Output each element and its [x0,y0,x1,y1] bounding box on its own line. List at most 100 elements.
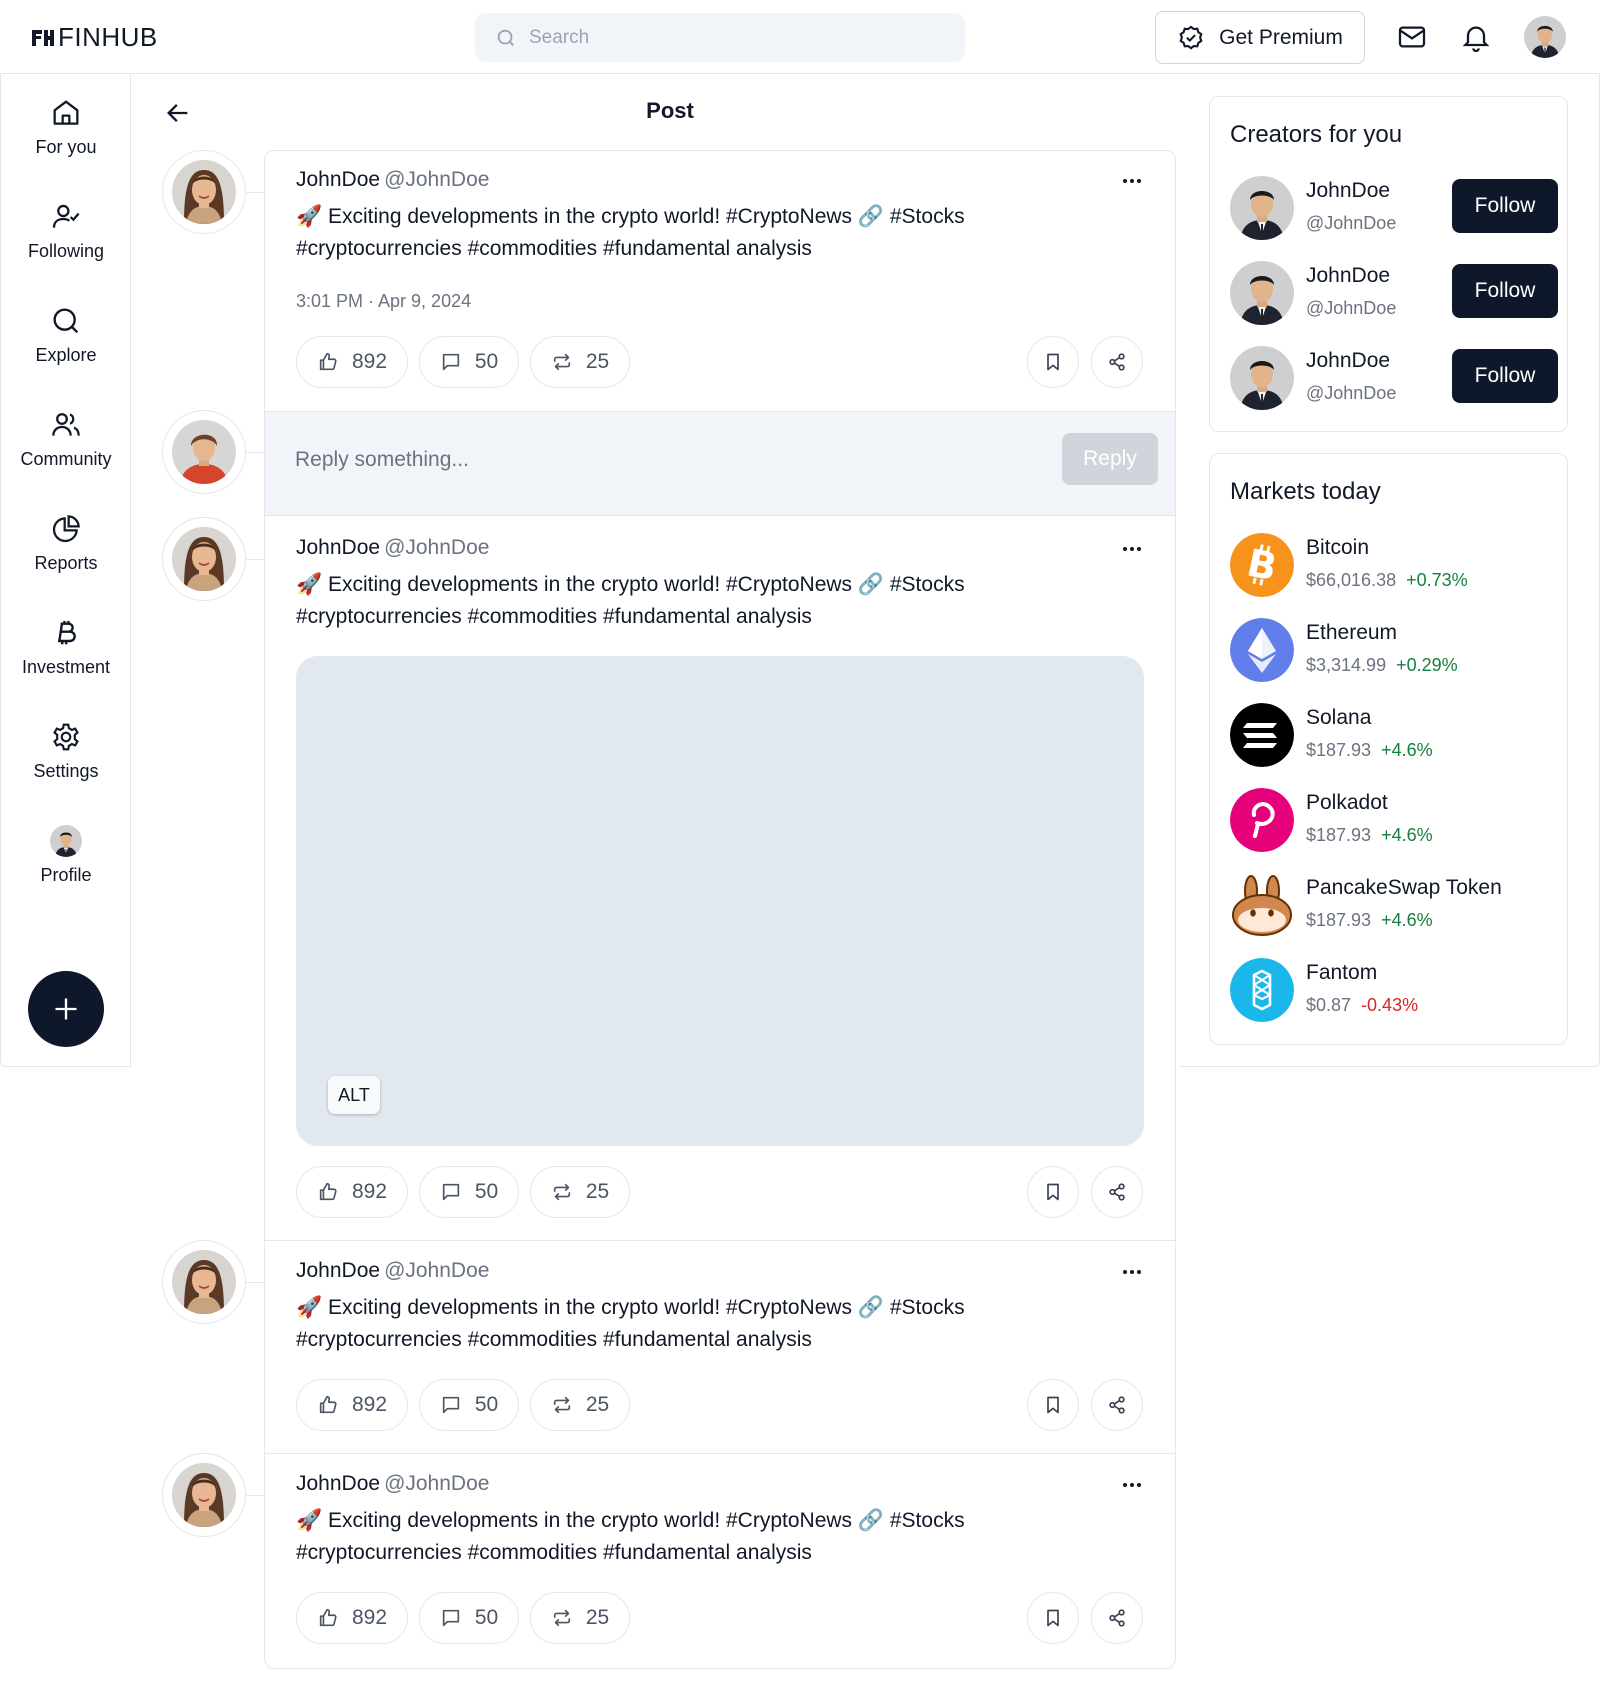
repost-button[interactable]: 25 [530,1592,630,1644]
market-item-pancakeswap[interactable]: PancakeSwap Token $187.93 +4.6% [1230,873,1550,939]
notifications-button[interactable] [1459,20,1493,54]
bookmark-button[interactable] [1027,1166,1079,1218]
sidebar-item-investment[interactable]: Investment [1,600,131,696]
author-handle: @JohnDoe [384,1259,490,1282]
solana-logo-icon [1230,703,1294,767]
avatar[interactable] [1230,176,1294,240]
bookmark-button[interactable] [1027,1592,1079,1644]
markets-panel: Markets today B Bitcoin $66,016.38 +0.73%… [1209,453,1568,1045]
market-item-polkadot[interactable]: Polkadot $187.93 +4.6% [1230,788,1550,854]
like-button[interactable]: 892 [296,1166,408,1218]
avatar[interactable] [1230,346,1294,410]
comment-button[interactable]: 50 [419,1592,519,1644]
avatar[interactable] [1230,261,1294,325]
sidebar-item-explore[interactable]: Explore [1,288,131,384]
post-author[interactable]: JohnDoe @JohnDoe [296,168,489,192]
market-item-bitcoin[interactable]: B Bitcoin $66,016.38 +0.73% [1230,533,1550,599]
alt-text-badge[interactable]: ALT [328,1076,380,1114]
avatar[interactable] [162,410,246,494]
follow-button[interactable]: Follow [1452,264,1558,318]
sidebar-item-settings[interactable]: Settings [1,704,131,800]
comment-button[interactable]: 50 [419,1166,519,1218]
creator-name[interactable]: JohnDoe [1306,179,1390,203]
avatar-connector [243,452,265,453]
sidebar-item-community[interactable]: Community [1,392,131,488]
like-button[interactable]: 892 [296,1592,408,1644]
comment-button[interactable]: 50 [419,1379,519,1431]
bookmark-button[interactable] [1027,336,1079,388]
search-input[interactable] [529,26,929,49]
comment-button[interactable]: 50 [419,336,519,388]
bell-icon [1462,26,1490,53]
share-button[interactable] [1091,1166,1143,1218]
creator-name[interactable]: JohnDoe [1306,349,1390,373]
post-author[interactable]: JohnDoe @JohnDoe [296,1472,489,1496]
market-price: $3,314.99 [1306,655,1387,675]
sidebar-item-label: For you [35,137,97,157]
more-horizontal-icon [1123,1483,1141,1487]
sidebar-item-following[interactable]: Following [1,184,131,280]
repost-button[interactable]: 25 [530,336,630,388]
like-count: 892 [351,1606,388,1629]
sidebar-item-label: Investment [21,657,111,677]
sidebar-item-for-you[interactable]: For you [1,80,131,176]
market-price: $66,016.38 [1306,570,1397,590]
market-name: Solana [1306,706,1372,729]
market-price-line: $0.87 -0.43% [1306,995,1418,1016]
post-author[interactable]: JohnDoe @JohnDoe [296,536,489,560]
market-change: +4.6% [1381,825,1433,845]
reply-button[interactable]: Reply [1062,433,1158,485]
avatar[interactable] [162,1240,246,1324]
avatar[interactable] [162,1453,246,1537]
create-post-button[interactable] [28,971,104,1047]
repost-icon [553,1183,570,1201]
share-button[interactable] [1091,336,1143,388]
top-bar: FINHUB Get Premium [0,0,1600,74]
sidebar-item-label: Following [27,241,105,261]
post-more-button[interactable] [1118,1262,1146,1282]
post-media[interactable]: ALT [296,656,1144,1146]
post-more-button[interactable] [1118,171,1146,191]
repost-button[interactable]: 25 [530,1166,630,1218]
bookmark-button[interactable] [1027,1379,1079,1431]
repost-button[interactable]: 25 [530,1379,630,1431]
post-text-line: 🚀 Exciting developments in the crypto wo… [296,573,965,596]
creator-name[interactable]: JohnDoe [1306,264,1390,288]
author-handle: @JohnDoe [384,168,490,191]
avatar [50,825,82,857]
market-item-solana[interactable]: Solana $187.93 +4.6% [1230,703,1550,769]
home-icon [53,100,79,125]
post-more-button[interactable] [1118,1475,1146,1495]
creator-item: JohnDoe @JohnDoe Follow [1230,346,1558,412]
like-button[interactable]: 892 [296,1379,408,1431]
reply-input[interactable] [295,440,995,480]
post-text-line: #cryptocurrencies #commodities #fundamen… [296,1328,812,1351]
follow-button[interactable]: Follow [1452,179,1558,233]
user-check-icon [52,204,80,228]
post-text: 🚀 Exciting developments in the crypto wo… [296,1292,1076,1356]
share-button[interactable] [1091,1379,1143,1431]
search-bar[interactable] [475,13,965,62]
avatar[interactable] [162,517,246,601]
creator-item: JohnDoe @JohnDoe Follow [1230,176,1558,242]
follow-button[interactable]: Follow [1452,349,1558,403]
avatar[interactable] [162,150,246,234]
user-avatar[interactable] [1524,16,1566,58]
sidebar-item-reports[interactable]: Reports [1,496,131,592]
get-premium-button[interactable]: Get Premium [1155,11,1365,64]
market-item-ethereum[interactable]: Ethereum $3,314.99 +0.29% [1230,618,1550,684]
like-button[interactable]: 892 [296,336,408,388]
sidebar-item-profile[interactable]: Profile [1,808,131,904]
avatar-connector [243,192,265,193]
share-button[interactable] [1091,1592,1143,1644]
post-author[interactable]: JohnDoe @JohnDoe [296,1259,489,1283]
market-name: PancakeSwap Token [1306,876,1502,899]
mail-button[interactable] [1395,20,1429,54]
pancakeswap-logo-icon [1230,873,1294,937]
sidebar: For you Following Explore Community Repo… [0,74,131,1067]
market-price: $187.93 [1306,825,1372,845]
logo[interactable]: FINHUB [31,22,158,53]
market-item-fantom[interactable]: Fantom $0.87 -0.43% [1230,958,1550,1024]
page-title: Post [646,98,694,123]
post-more-button[interactable] [1118,539,1146,559]
